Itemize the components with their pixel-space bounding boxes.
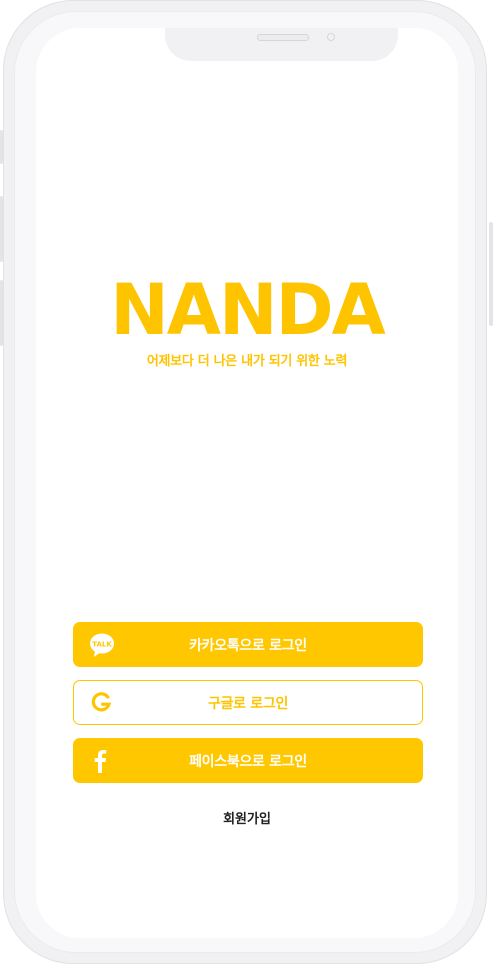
front-camera [327,33,335,41]
kakao-icon-text: TALK [92,640,112,648]
google-login-label: 구글로 로그인 [207,695,289,712]
app-screen: NANDA 어제보다 더 나은 내가 되기 위한 노력 TALK 카카오톡으로 … [36,28,458,938]
phone-side-button [0,196,3,262]
speaker-grille [257,34,309,41]
facebook-login-label: 페이스북으로 로그인 [189,753,307,770]
app-logo: NANDA [110,269,386,351]
phone-notch [165,28,398,61]
signup-link[interactable]: 회원가입 [36,808,458,827]
phone-side-button [489,222,493,326]
kakao-talk-icon: TALK [89,632,115,658]
kakao-login-label: 카카오톡으로 로그인 [189,637,307,654]
phone-side-button [0,130,3,164]
phone-side-button [0,280,3,346]
app-tagline: 어제보다 더 나은 내가 되기 위한 노력 [146,354,348,369]
facebook-icon [89,748,111,774]
google-login-button[interactable]: 구글로 로그인 [73,680,423,725]
google-icon [90,691,112,714]
kakao-login-button[interactable]: TALK 카카오톡으로 로그인 [73,622,423,667]
facebook-login-button[interactable]: 페이스북으로 로그인 [73,738,423,783]
